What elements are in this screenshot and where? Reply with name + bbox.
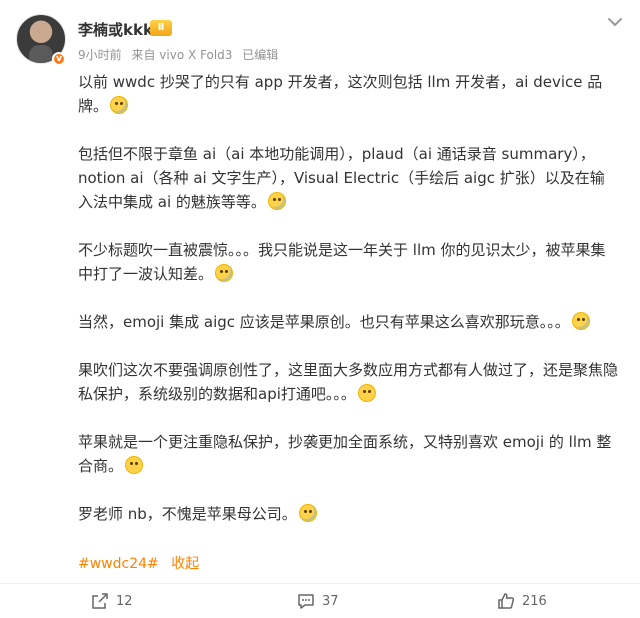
post-paragraph: 当然，emoji 集成 aigc 应该是苹果原创。也只有苹果这么喜欢那玩意。。。 <box>78 310 618 334</box>
weibo-post-card: v 李楠或kkk Ⅱ 9小时前 来自 vivo X Fold3 已编辑 以前 w… <box>0 0 640 618</box>
share-icon <box>92 593 108 609</box>
share-count: 12 <box>116 593 133 609</box>
post-paragraph: 罗老师 nb，不愧是苹果母公司。 <box>78 502 618 526</box>
edited-label[interactable]: 已编辑 <box>242 48 278 62</box>
comment-button[interactable]: 37 <box>296 590 339 612</box>
comment-count: 37 <box>322 593 339 609</box>
post-paragraph: 以前 wwdc 抄哭了的只有 app 开发者，这次则包括 llm 开发者，ai … <box>78 73 603 115</box>
emoji-icon <box>357 384 376 402</box>
hashtag-link[interactable]: #wwdc24# <box>78 556 159 572</box>
emoji-icon <box>215 264 234 282</box>
share-button[interactable]: 12 <box>90 590 133 612</box>
like-button[interactable]: 216 <box>496 590 547 612</box>
emoji-icon <box>298 504 317 522</box>
post-time[interactable]: 9小时前 <box>78 48 122 62</box>
post-source: 来自 vivo X Fold3 <box>131 48 233 62</box>
emoji-icon <box>110 96 129 114</box>
verified-badge: v <box>52 52 66 66</box>
post-meta: 9小时前 来自 vivo X Fold3 已编辑 <box>78 46 284 63</box>
emoji-icon <box>267 192 286 210</box>
post-paragraph: 苹果就是一个更注重隐私保护，抄袭更加全面系统，又特别喜欢 emoji 的 llm… <box>78 433 612 475</box>
comment-icon <box>298 594 314 609</box>
member-level-badge[interactable]: Ⅱ <box>150 20 172 36</box>
like-count: 216 <box>522 593 547 609</box>
post-tags: #wwdc24# 收起 <box>78 554 199 574</box>
post-paragraph: 果吹们这次不要强调原创性了，这里面大多数应用方式都有人做过了，还是聚焦隐私保护，… <box>78 361 619 403</box>
collapse-link[interactable]: 收起 <box>171 556 199 572</box>
action-bar: 12 37 216 <box>0 584 640 618</box>
author-name[interactable]: 李楠或kkk <box>78 19 153 40</box>
thumbs-up-icon <box>498 593 515 609</box>
chevron-down-icon[interactable] <box>606 15 624 29</box>
post-content: 以前 wwdc 抄哭了的只有 app 开发者，这次则包括 llm 开发者，ai … <box>78 70 618 550</box>
post-paragraph: 包括但不限于章鱼 ai（ai 本地功能调用），plaud（ai 通话录音 sum… <box>78 145 605 211</box>
emoji-icon <box>571 312 590 330</box>
post-paragraph: 不少标题吹一直被震惊。。。我只能说是这一年关于 llm 你的见识太少，被苹果集中… <box>78 241 606 283</box>
emoji-icon <box>125 456 144 474</box>
